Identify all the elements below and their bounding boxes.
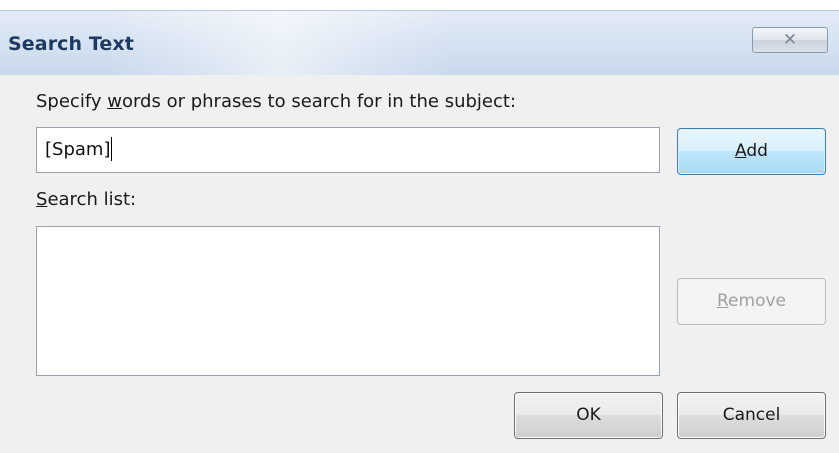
add-button-label: dd: [746, 141, 768, 161]
remove-button-access-key: R: [716, 291, 729, 311]
text-caret: [111, 136, 113, 161]
add-button[interactable]: Add: [677, 128, 826, 175]
words-label-prefix: Specify: [36, 91, 108, 112]
close-icon: ✕: [782, 30, 798, 50]
title-bar[interactable]: Search Text ✕: [0, 10, 839, 75]
words-label-access-key: w: [107, 91, 122, 112]
ok-button[interactable]: OK: [514, 392, 663, 439]
search-list-label: Search list:: [36, 189, 136, 210]
dialog-title: Search Text: [8, 33, 134, 55]
search-list-label-suffix: earch list:: [47, 189, 137, 210]
remove-button[interactable]: Remove: [677, 278, 826, 325]
search-text-dialog: Search Text ✕ Specify words or phrases t…: [0, 0, 839, 453]
words-label-suffix: ords or phrases to search for in the sub…: [121, 91, 517, 112]
search-list-box[interactable]: [36, 226, 660, 376]
words-label: Specify words or phrases to search for i…: [36, 91, 516, 112]
search-phrase-input[interactable]: [Spam]: [36, 127, 660, 173]
search-list-label-access-key: S: [36, 189, 48, 210]
title-bar-sheen: [110, 11, 450, 75]
cancel-button[interactable]: Cancel: [677, 392, 826, 439]
window-top-edge: [0, 0, 839, 10]
add-button-access-key: A: [735, 141, 747, 161]
remove-button-label: emove: [728, 291, 786, 311]
search-phrase-value: [Spam]: [45, 139, 111, 160]
close-button[interactable]: ✕: [752, 27, 828, 53]
